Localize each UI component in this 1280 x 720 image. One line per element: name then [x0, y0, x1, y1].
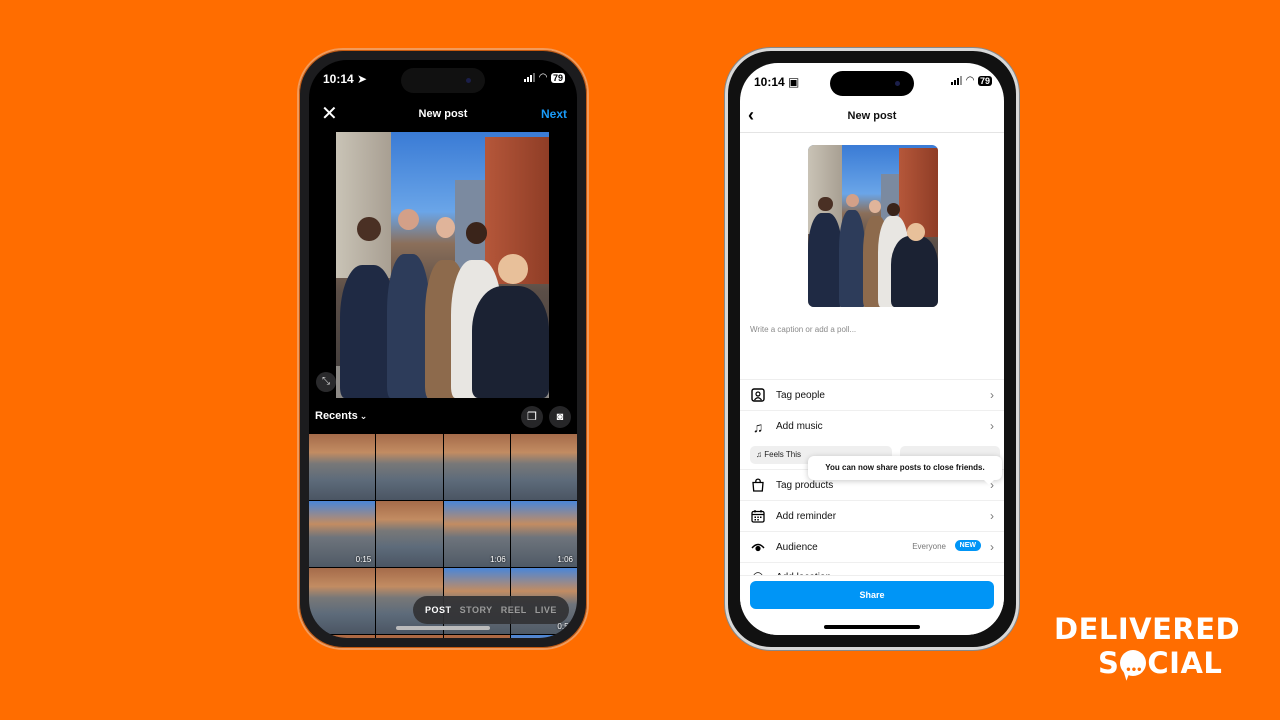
status-bar: 10:14 ➤ ◠ 79 [309, 60, 577, 96]
new-post-gallery-screen: 10:14 ➤ ◠ 79 ✕ New post Next ⤡ Recents ⌄… [309, 60, 577, 638]
page-title: New post [418, 108, 468, 120]
id-card-icon: ▣ [788, 75, 800, 89]
status-bar: 10:14 ▣ ◠ 79 [740, 63, 1004, 99]
mode-live[interactable]: LIVE [535, 605, 557, 615]
brand-line-1: DELIVERED [1054, 612, 1241, 646]
add-reminder-label: Add reminder [776, 510, 837, 522]
add-music-row[interactable]: ♫ Add music › [740, 411, 1004, 442]
phone-left: 10:14 ➤ ◠ 79 ✕ New post Next ⤡ Recents ⌄… [297, 48, 589, 650]
phone-right: 10:14 ▣ ◠ 79 ‹ New post Write a caption … [725, 48, 1019, 650]
mode-story[interactable]: STORY [460, 605, 493, 615]
new-post-details-screen: 10:14 ▣ ◠ 79 ‹ New post Write a caption … [740, 63, 1004, 635]
chevron-right-icon: › [990, 509, 994, 523]
signal-icon [524, 73, 536, 82]
eye-icon [750, 539, 766, 555]
wifi-icon: ◠ [539, 72, 547, 83]
album-selector[interactable]: Recents ⌄ [315, 410, 367, 422]
close-friends-tooltip[interactable]: You can now share posts to close friends… [808, 456, 1002, 485]
location-arrow-icon: ➤ [357, 72, 368, 86]
chevron-right-icon: › [990, 388, 994, 402]
post-thumbnail[interactable] [808, 145, 938, 307]
status-time: 10:14 ➤ [323, 72, 368, 86]
signal-icon [951, 76, 963, 85]
gallery-thumbnail[interactable] [376, 635, 443, 638]
home-indicator[interactable] [824, 625, 920, 629]
tag-people-row[interactable]: Tag people › [740, 380, 1004, 411]
expand-icon[interactable]: ⤡ [316, 372, 336, 392]
audience-row[interactable]: Audience Everyone NEW › [740, 532, 1004, 563]
music-note-icon: ♫ [752, 418, 764, 435]
caption-input[interactable]: Write a caption or add a poll... [750, 325, 856, 334]
chat-bubble-icon [1120, 650, 1147, 688]
top-nav: ✕ New post Next [309, 96, 577, 132]
calendar-icon [750, 508, 766, 524]
battery-icon: 79 [550, 72, 565, 83]
mode-post[interactable]: POST [425, 605, 452, 615]
chevron-right-icon: › [990, 540, 994, 554]
gallery-thumbnail[interactable] [309, 568, 376, 634]
next-button[interactable]: Next [541, 107, 567, 121]
gallery-thumbnail[interactable] [443, 635, 510, 638]
audience-value: Everyone [912, 542, 946, 551]
chevron-right-icon: › [990, 419, 994, 433]
multi-select-icon[interactable]: ❐ [521, 406, 543, 428]
add-reminder-row[interactable]: Add reminder › [740, 501, 1004, 532]
gallery-thumbnail[interactable]: 0:15 [309, 501, 376, 567]
status-time: 10:14 ▣ [754, 75, 800, 89]
gallery-thumbnail[interactable]: 1:06 [510, 501, 577, 567]
selected-photo [336, 132, 549, 398]
add-music-label: Add music [776, 421, 823, 432]
gallery-thumbnail[interactable] [309, 635, 376, 638]
delivered-social-logo: DELIVERED SCIAL [1054, 612, 1241, 688]
tag-people-label: Tag people [776, 389, 825, 401]
capture-mode-selector: POST STORY REEL LIVE [413, 596, 569, 624]
gallery-thumbnail[interactable] [443, 434, 510, 500]
page-title: New post [847, 110, 897, 122]
audience-label: Audience [776, 541, 818, 553]
share-button[interactable]: Share [750, 581, 994, 609]
gallery-thumbnail[interactable] [376, 501, 443, 567]
wifi-icon: ◠ [966, 75, 974, 86]
gallery-thumbnail[interactable] [376, 434, 443, 500]
brand-line-2: SCIAL [1098, 646, 1240, 688]
battery-icon: 79 [977, 75, 992, 86]
shopping-bag-icon [750, 477, 766, 493]
home-indicator[interactable] [396, 626, 490, 630]
gallery-toolbar: Recents ⌄ ❐ ◙ [309, 398, 577, 434]
chevron-down-icon: ⌄ [359, 411, 368, 421]
gallery-thumbnail[interactable] [510, 434, 577, 500]
photo-preview[interactable]: ⤡ [309, 132, 577, 398]
camera-icon[interactable]: ◙ [549, 406, 571, 428]
tag-people-icon [750, 387, 766, 403]
gallery-thumbnail[interactable] [510, 635, 577, 638]
top-nav: ‹ New post [740, 99, 1004, 133]
new-badge: NEW [954, 540, 981, 551]
gallery-thumbnail[interactable] [309, 434, 376, 500]
tag-products-label: Tag products [776, 479, 834, 491]
gallery-thumbnail[interactable]: 1:06 [443, 501, 510, 567]
mode-reel[interactable]: REEL [501, 605, 527, 615]
